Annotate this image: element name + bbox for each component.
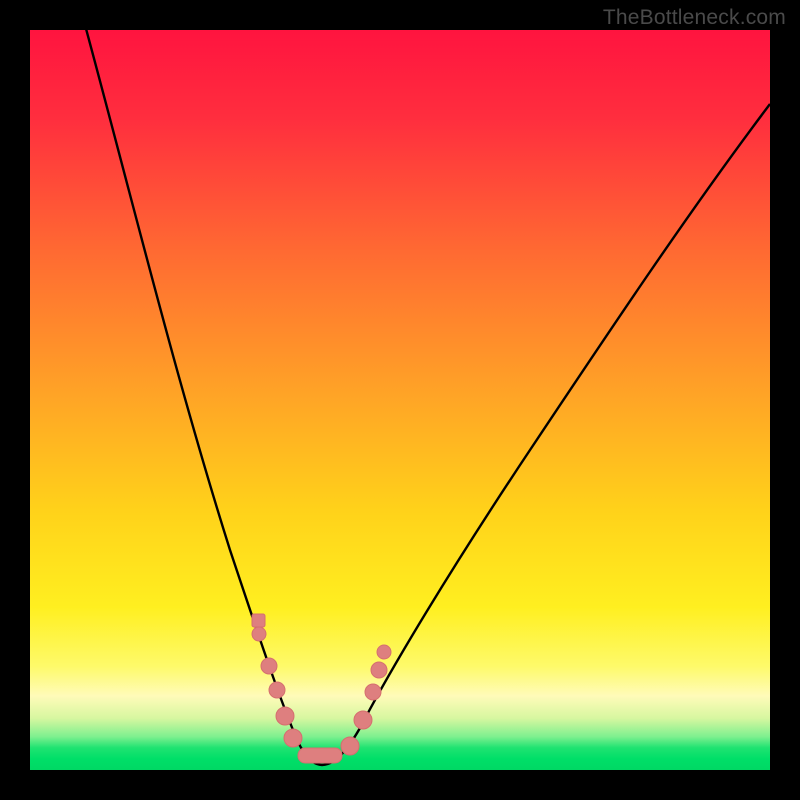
gradient-background: [30, 30, 770, 770]
chart-svg: [30, 30, 770, 770]
chart-frame: TheBottleneck.com: [0, 0, 800, 800]
watermark-text: TheBottleneck.com: [603, 6, 786, 30]
plot-area: [30, 30, 770, 770]
